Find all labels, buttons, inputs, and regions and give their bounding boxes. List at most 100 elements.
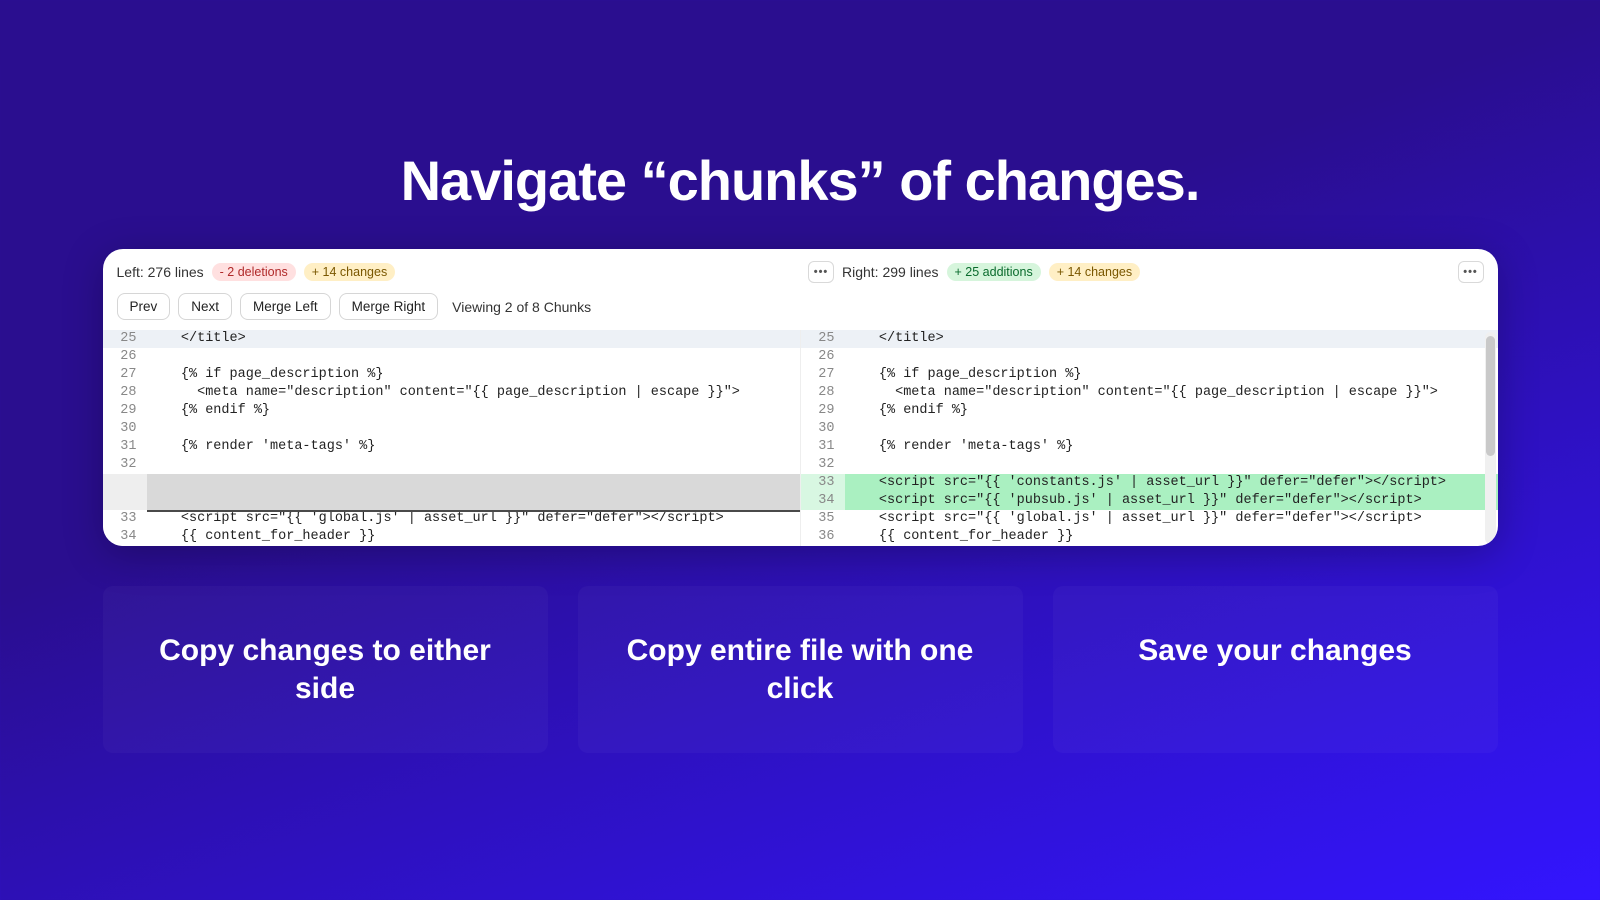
- code-line: 26: [801, 348, 1498, 366]
- code-line: 27 {% if page_description %}: [103, 366, 800, 384]
- line-content: <script src="{{ 'global.js' | asset_url …: [147, 510, 800, 528]
- code-line: 32: [801, 456, 1498, 474]
- line-number: 36: [801, 528, 845, 546]
- left-more-button[interactable]: •••: [808, 261, 834, 283]
- feature-card: Save your changes: [1053, 586, 1498, 753]
- code-line: 33 <script src="{{ 'constants.js' | asse…: [801, 474, 1498, 492]
- code-line: 27 {% if page_description %}: [801, 366, 1498, 384]
- line-content: {% if page_description %}: [147, 366, 800, 384]
- additions-badge: + 25 additions: [947, 263, 1041, 281]
- code-line: 36 {{ content_for_header }}: [801, 528, 1498, 546]
- line-content: <meta name="description" content="{{ pag…: [147, 384, 800, 402]
- line-number: [103, 492, 147, 510]
- line-number: 29: [103, 402, 147, 420]
- page-title: Navigate “chunks” of changes.: [0, 148, 1600, 213]
- line-content: [147, 474, 800, 492]
- diff-viewer: Left: 276 lines - 2 deletions + 14 chang…: [103, 249, 1498, 546]
- line-number: 27: [103, 366, 147, 384]
- line-number: 25: [103, 330, 147, 348]
- line-number: 32: [801, 456, 845, 474]
- line-number: 26: [801, 348, 845, 366]
- line-number: 25: [801, 330, 845, 348]
- line-number: 29: [801, 402, 845, 420]
- code-line: 28 <meta name="description" content="{{ …: [103, 384, 800, 402]
- code-line: 34 <script src="{{ 'pubsub.js' | asset_u…: [801, 492, 1498, 510]
- left-pane[interactable]: 25 </title>2627 {% if page_description %…: [103, 330, 800, 546]
- line-number: 31: [801, 438, 845, 456]
- summary-bar: Left: 276 lines - 2 deletions + 14 chang…: [103, 249, 1498, 283]
- code-line: 25 </title>: [103, 330, 800, 348]
- code-line: 30: [103, 420, 800, 438]
- code-line: 28 <meta name="description" content="{{ …: [801, 384, 1498, 402]
- line-number: [103, 474, 147, 492]
- code-line: [103, 492, 800, 510]
- line-number: 26: [103, 348, 147, 366]
- code-line: 32: [103, 456, 800, 474]
- line-number: 28: [103, 384, 147, 402]
- chunk-status: Viewing 2 of 8 Chunks: [452, 299, 591, 315]
- line-number: 30: [801, 420, 845, 438]
- line-content: {% if page_description %}: [845, 366, 1498, 384]
- line-content: {% render 'meta-tags' %}: [845, 438, 1498, 456]
- code-line: 29 {% endif %}: [103, 402, 800, 420]
- scrollbar[interactable]: [1485, 332, 1496, 544]
- line-content: [147, 456, 800, 474]
- line-content: <script src="{{ 'global.js' | asset_url …: [845, 510, 1498, 528]
- line-content: [845, 456, 1498, 474]
- right-line-count: Right: 299 lines: [842, 264, 939, 280]
- line-content: {{ content_for_header }}: [845, 528, 1498, 546]
- prev-button[interactable]: Prev: [117, 293, 171, 320]
- scrollbar-thumb[interactable]: [1486, 336, 1495, 456]
- line-content: <script src="{{ 'constants.js' | asset_u…: [845, 474, 1498, 492]
- feature-text: Save your changes: [1083, 632, 1468, 670]
- code-line: 29 {% endif %}: [801, 402, 1498, 420]
- code-line: 31 {% render 'meta-tags' %}: [103, 438, 800, 456]
- code-line: 25 </title>: [801, 330, 1498, 348]
- line-number: 35: [801, 510, 845, 528]
- right-changes-badge: + 14 changes: [1049, 263, 1140, 281]
- line-number: 28: [801, 384, 845, 402]
- line-number: 33: [801, 474, 845, 492]
- code-line: 31 {% render 'meta-tags' %}: [801, 438, 1498, 456]
- feature-row: Copy changes to either side Copy entire …: [103, 586, 1498, 753]
- line-number: 31: [103, 438, 147, 456]
- code-line: 34 {{ content_for_header }}: [103, 528, 800, 546]
- right-pane[interactable]: 25 </title>2627 {% if page_description %…: [800, 330, 1498, 546]
- line-content: <meta name="description" content="{{ pag…: [845, 384, 1498, 402]
- deletions-badge: - 2 deletions: [212, 263, 296, 281]
- feature-card: Copy entire file with one click: [578, 586, 1023, 753]
- line-number: 27: [801, 366, 845, 384]
- line-content: {{ content_for_header }}: [147, 528, 800, 546]
- merge-right-button[interactable]: Merge Right: [339, 293, 439, 320]
- code-line: 35 <script src="{{ 'global.js' | asset_u…: [801, 510, 1498, 528]
- chunk-nav: Prev Next Merge Left Merge Right Viewing…: [103, 283, 1498, 330]
- left-line-count: Left: 276 lines: [117, 264, 204, 280]
- line-content: </title>: [845, 330, 1498, 348]
- line-number: 34: [801, 492, 845, 510]
- line-content: </title>: [147, 330, 800, 348]
- line-content: {% endif %}: [147, 402, 800, 420]
- left-changes-badge: + 14 changes: [304, 263, 395, 281]
- code-line: 33 <script src="{{ 'global.js' | asset_u…: [103, 510, 800, 528]
- line-content: {% render 'meta-tags' %}: [147, 438, 800, 456]
- code-line: 26: [103, 348, 800, 366]
- line-number: 30: [103, 420, 147, 438]
- line-number: 33: [103, 510, 147, 528]
- line-content: [147, 492, 800, 510]
- line-content: [147, 420, 800, 438]
- line-number: 34: [103, 528, 147, 546]
- right-more-button[interactable]: •••: [1458, 261, 1484, 283]
- line-content: [845, 420, 1498, 438]
- line-number: 32: [103, 456, 147, 474]
- feature-text: Copy changes to either side: [133, 632, 518, 707]
- next-button[interactable]: Next: [178, 293, 232, 320]
- feature-text: Copy entire file with one click: [608, 632, 993, 707]
- feature-card: Copy changes to either side: [103, 586, 548, 753]
- line-content: {% endif %}: [845, 402, 1498, 420]
- code-line: 30: [801, 420, 1498, 438]
- code-line: [103, 474, 800, 492]
- line-content: <script src="{{ 'pubsub.js' | asset_url …: [845, 492, 1498, 510]
- merge-left-button[interactable]: Merge Left: [240, 293, 331, 320]
- line-content: [845, 348, 1498, 366]
- line-content: [147, 348, 800, 366]
